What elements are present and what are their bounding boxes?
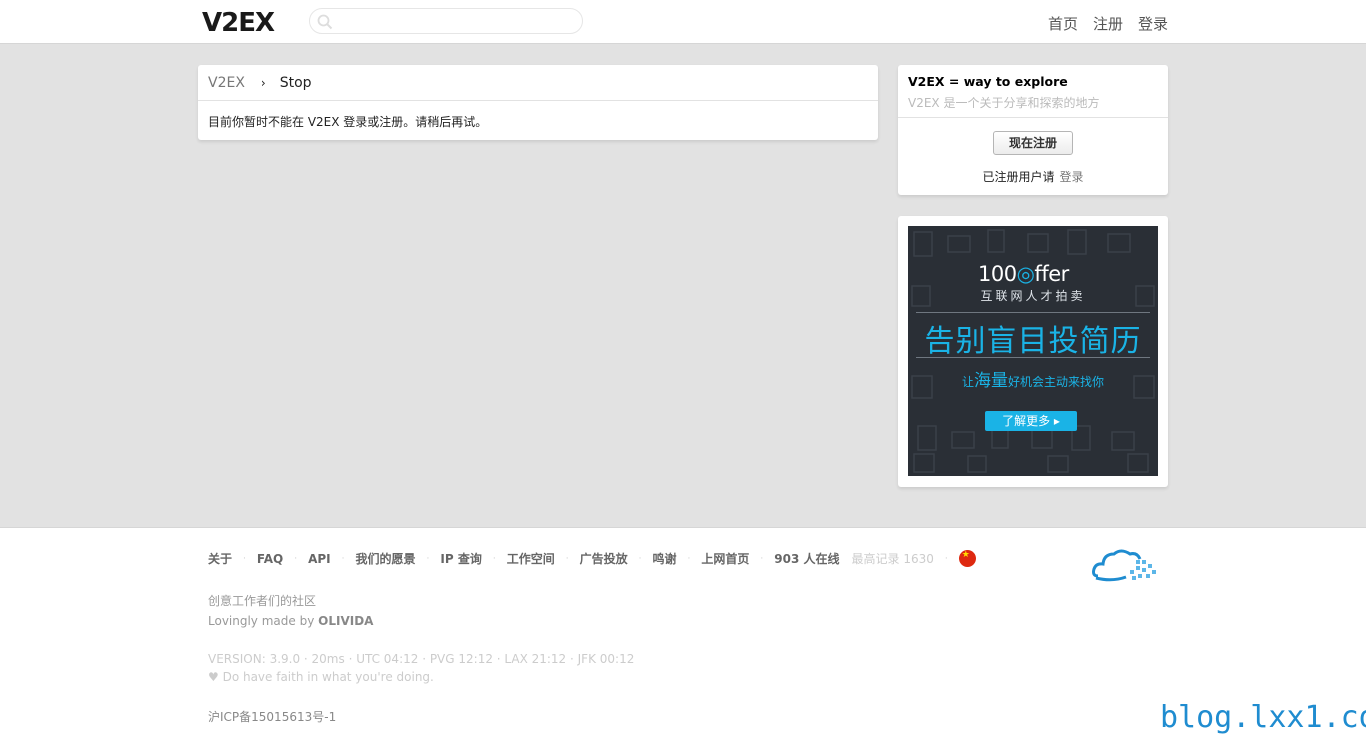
olivida-link[interactable]: OLIVIDA	[318, 614, 373, 628]
nav-login[interactable]: 登录	[1138, 13, 1168, 34]
breadcrumb: V2EX › Stop	[198, 65, 878, 101]
search-icon	[317, 14, 333, 30]
footer-icp[interactable]: 沪ICP备15015613号-1	[208, 708, 336, 725]
sidebar-subtitle: V2EX 是一个关于分享和探索的地方	[908, 96, 1100, 110]
footer-link-faq[interactable]: FAQ	[257, 552, 283, 566]
login-link[interactable]: 登录	[1060, 170, 1084, 184]
footer-made-by: Lovingly made by OLIVIDA	[208, 614, 374, 628]
ad-tagline: 互联网人才拍卖	[980, 289, 1086, 303]
sidebar-title: V2EX = way to explore	[908, 74, 1068, 89]
ad-logo: 100◎ffer	[978, 262, 1069, 286]
footer-link-about[interactable]: 关于	[208, 550, 232, 567]
footer-link-api[interactable]: API	[308, 552, 331, 566]
nav-register[interactable]: 注册	[1093, 13, 1123, 34]
footer-link-thanks[interactable]: 鸣谢	[653, 550, 677, 567]
main-box: V2EX › Stop 目前你暂时不能在 V2EX 登录或注册。请稍后再试。	[198, 65, 878, 140]
nav-home[interactable]: 首页	[1048, 13, 1078, 34]
footer-faith: ♥ Do have faith in what you're doing.	[208, 670, 434, 684]
footer-slogan: 创意工作者们的社区	[208, 594, 317, 608]
search-input[interactable]	[309, 8, 583, 34]
ad-headline: 告别盲目投简历	[924, 324, 1142, 359]
breadcrumb-home[interactable]: V2EX	[208, 75, 245, 91]
record-count: 最高记录 1630	[851, 552, 934, 566]
stop-message: 目前你暂时不能在 V2EX 登录或注册。请稍后再试。	[208, 115, 488, 129]
footer-version: VERSION: 3.9.0 · 20ms · UTC 04:12 · PVG …	[208, 652, 635, 666]
sidebar-intro-box: V2EX = way to explore V2EX 是一个关于分享和探索的地方…	[898, 65, 1168, 195]
footer-link-homepage[interactable]: 上网首页	[701, 550, 749, 567]
ad-divider	[916, 312, 1150, 313]
ad-logo-check-icon: ◎	[1016, 262, 1035, 286]
breadcrumb-separator: ›	[260, 76, 266, 90]
sidebar-body: 现在注册 已注册用户请 登录	[898, 118, 1168, 185]
footer-link-ip[interactable]: IP 查询	[440, 550, 481, 567]
cloud-logo-icon	[1092, 549, 1156, 582]
ad-banner[interactable]: 100◎ffer 互联网人才拍卖 告别盲目投简历 让海量好机会主动来找你 了解更…	[908, 226, 1158, 476]
footer-link-mission[interactable]: 我们的愿景	[356, 550, 416, 567]
breadcrumb-current: Stop	[279, 75, 312, 91]
top-nav: 首页 注册 登录	[1048, 13, 1168, 34]
sidebar-header: V2EX = way to explore V2EX 是一个关于分享和探索的地方	[898, 65, 1168, 118]
login-prompt: 已注册用户请 登录	[898, 168, 1168, 185]
footer-nav: 关于 · FAQ · API · 我们的愿景 · IP 查询 · 工作空间 · 广告投放 · …	[208, 550, 976, 567]
watermark: blog.lxx1.com	[1160, 700, 1366, 735]
top-bar: V2EX 首页 注册 登录	[0, 0, 1366, 44]
ad-box: 100◎ffer 互联网人才拍卖 告别盲目投简历 让海量好机会主动来找你 了解更…	[898, 216, 1168, 487]
login-prompt-text: 已注册用户请	[982, 170, 1055, 184]
ad-divider	[916, 357, 1150, 358]
footer-link-advertise[interactable]: 广告投放	[580, 550, 628, 567]
ad-learn-more-button[interactable]: 了解更多 ▸	[985, 411, 1077, 431]
site-logo[interactable]: V2EX	[202, 8, 275, 38]
online-count: 903 人在线	[774, 552, 840, 566]
register-now-button[interactable]: 现在注册	[993, 131, 1073, 155]
footer-link-workspace[interactable]: 工作空间	[507, 550, 555, 567]
ad-subline: 让海量好机会主动来找你	[961, 371, 1105, 391]
china-flag-icon[interactable]	[958, 550, 976, 567]
